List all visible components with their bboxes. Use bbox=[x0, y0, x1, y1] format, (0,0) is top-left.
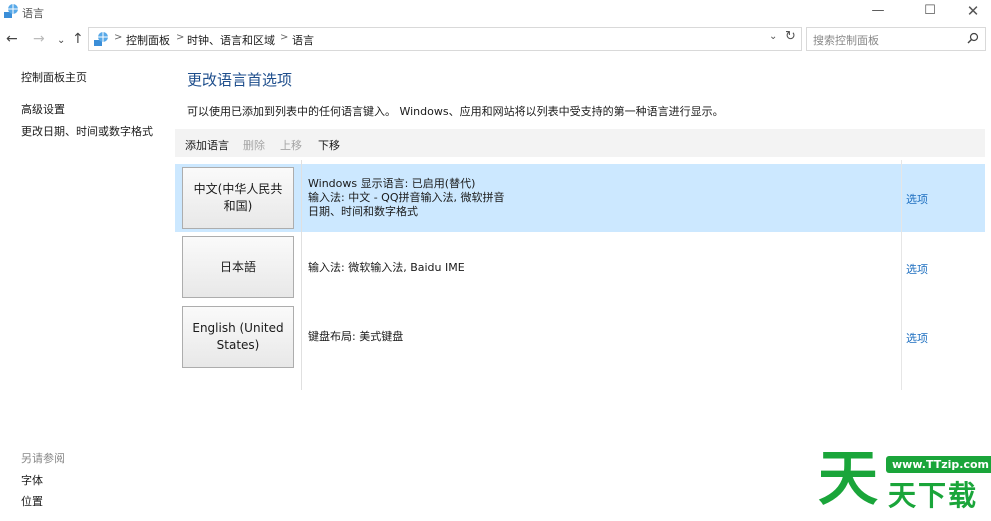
sidebar-advanced-settings-link[interactable]: 高级设置 bbox=[21, 101, 65, 117]
breadcrumb-clock-language-region[interactable]: 时钟、语言和区域 bbox=[187, 32, 275, 48]
language-row-english[interactable]: English (United States) 键盘布局: 美式键盘 选项 bbox=[175, 304, 985, 372]
sidebar-home-link[interactable]: 控制面板主页 bbox=[21, 69, 87, 85]
move-down-button[interactable]: 下移 bbox=[318, 137, 340, 153]
language-details: Windows 显示语言: 已启用(替代) 输入法: 中文 - QQ拼音输入法,… bbox=[308, 177, 504, 219]
options-link[interactable]: 选项 bbox=[906, 261, 928, 277]
detail-line: Windows 显示语言: 已启用(替代) bbox=[308, 177, 476, 190]
title-bar: 语言 — ☐ ✕ bbox=[0, 0, 991, 24]
options-link[interactable]: 选项 bbox=[906, 191, 928, 207]
watermark-url: www.TTzip.com bbox=[886, 456, 991, 473]
language-toolbar: 添加语言 删除 上移 下移 bbox=[175, 129, 985, 157]
chevron-right-icon: > bbox=[280, 32, 289, 43]
chevron-right-icon: > bbox=[114, 32, 123, 43]
page-description: 可以使用已添加到列表中的任何语言键入。 Windows、应用和网站将以列表中受支… bbox=[187, 105, 724, 118]
language-row-chinese[interactable]: 中文(中华人民共和国) Windows 显示语言: 已启用(替代) 输入法: 中… bbox=[175, 164, 985, 232]
watermark-small-text: 天下载 bbox=[888, 479, 979, 512]
detail-line: 输入法: 中文 - QQ拼音输入法, 微软拼音 bbox=[308, 191, 505, 204]
watermark-big-text: 天 bbox=[818, 444, 878, 514]
navigation-bar: ← → ⌄ ↑ > 控制面板 > 时钟、语言和区域 > 语言 ⌄ ↻ 搜索控制面… bbox=[0, 27, 991, 51]
breadcrumb-language[interactable]: 语言 bbox=[292, 32, 314, 48]
page-title: 更改语言首选项 bbox=[187, 71, 293, 89]
breadcrumb-control-panel[interactable]: 控制面板 bbox=[126, 32, 170, 48]
language-details: 键盘布局: 美式键盘 bbox=[308, 330, 403, 344]
options-link[interactable]: 选项 bbox=[906, 330, 928, 346]
sidebar-fonts-link[interactable]: 字体 bbox=[21, 472, 43, 488]
language-button-chinese[interactable]: 中文(中华人民共和国) bbox=[182, 167, 294, 229]
minimize-button[interactable]: — bbox=[855, 0, 901, 24]
language-row-japanese[interactable]: 日本語 输入法: 微软输入法, Baidu IME 选项 bbox=[175, 234, 985, 302]
chevron-right-icon: > bbox=[176, 32, 185, 43]
move-up-button[interactable]: 上移 bbox=[280, 137, 302, 153]
language-details: 输入法: 微软输入法, Baidu IME bbox=[308, 261, 465, 275]
recent-locations-button[interactable]: ⌄ bbox=[57, 32, 65, 50]
search-input[interactable]: 搜索控制面板 bbox=[806, 27, 986, 51]
maximize-button[interactable]: ☐ bbox=[907, 0, 953, 24]
language-list: 中文(中华人民共和国) Windows 显示语言: 已启用(替代) 输入法: 中… bbox=[175, 160, 985, 390]
detail-line: 键盘布局: 美式键盘 bbox=[308, 330, 404, 343]
address-bar[interactable]: > 控制面板 > 时钟、语言和区域 > 语言 ⌄ ↻ bbox=[88, 27, 802, 51]
column-divider bbox=[901, 160, 902, 390]
language-button-english[interactable]: English (United States) bbox=[182, 306, 294, 368]
sidebar-location-link[interactable]: 位置 bbox=[21, 493, 43, 509]
see-also-heading: 另请参阅 bbox=[21, 452, 65, 465]
sidebar-date-time-format-link[interactable]: 更改日期、时间或数字格式 bbox=[21, 123, 153, 139]
search-placeholder: 搜索控制面板 bbox=[813, 34, 879, 47]
chevron-down-icon[interactable]: ⌄ bbox=[769, 31, 777, 42]
control-panel-icon bbox=[94, 32, 108, 46]
watermark-logo: 天 www.TTzip.com 天下载 bbox=[818, 444, 991, 518]
back-button[interactable]: ← bbox=[6, 30, 18, 48]
window-title: 语言 bbox=[22, 7, 44, 20]
up-button[interactable]: ↑ bbox=[72, 30, 84, 48]
detail-line: 输入法: 微软输入法, Baidu IME bbox=[308, 261, 465, 274]
close-button[interactable]: ✕ bbox=[950, 0, 991, 24]
forward-button[interactable]: → bbox=[33, 30, 45, 48]
refresh-icon[interactable]: ↻ bbox=[785, 29, 796, 44]
add-language-button[interactable]: 添加语言 bbox=[185, 137, 229, 153]
delete-button[interactable]: 删除 bbox=[243, 137, 265, 153]
detail-line: 日期、时间和数字格式 bbox=[308, 205, 418, 218]
language-button-japanese[interactable]: 日本語 bbox=[182, 236, 294, 298]
control-panel-icon bbox=[4, 4, 18, 18]
search-icon[interactable] bbox=[967, 32, 979, 44]
column-divider bbox=[301, 160, 302, 390]
